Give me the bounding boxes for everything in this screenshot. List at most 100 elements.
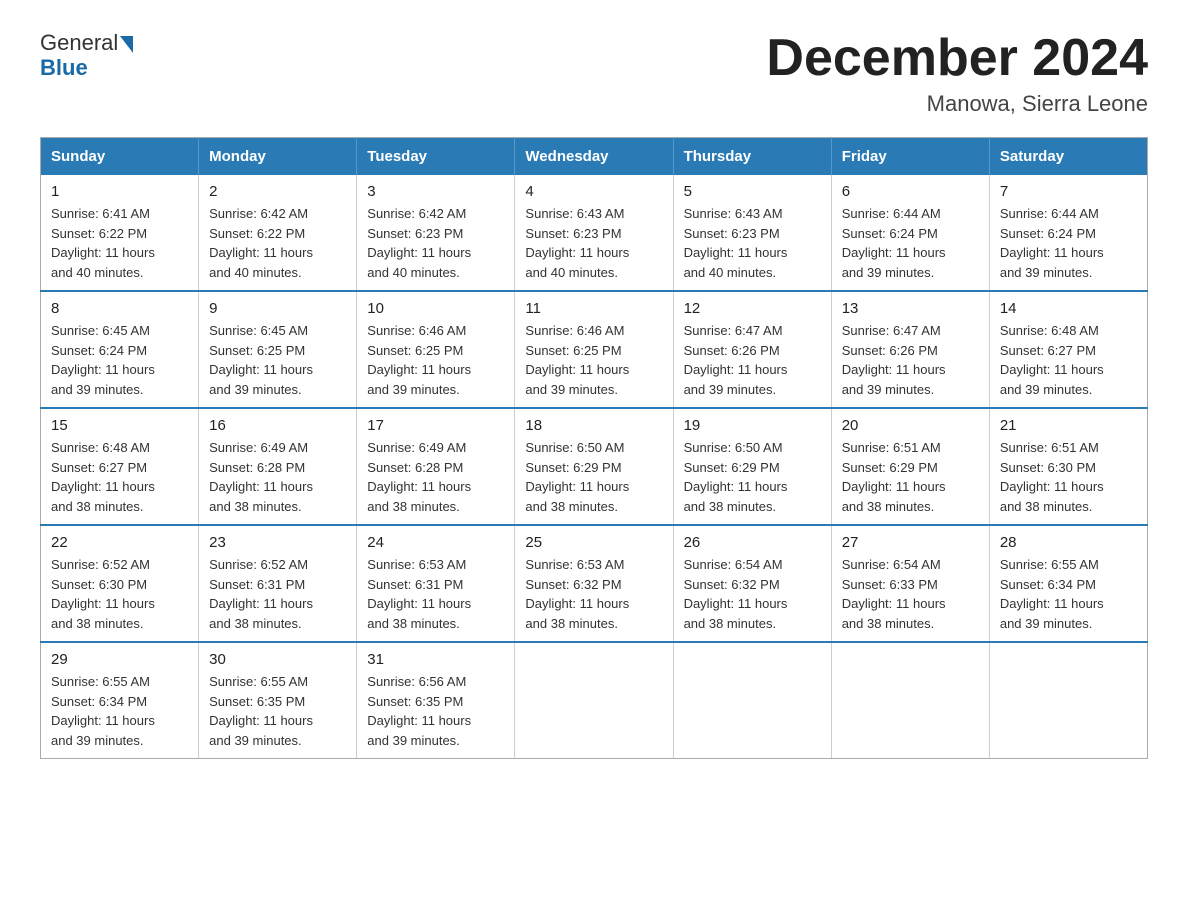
day-info: Sunrise: 6:46 AM Sunset: 6:25 PM Dayligh… [525, 321, 662, 399]
calendar-week-row: 1 Sunrise: 6:41 AM Sunset: 6:22 PM Dayli… [41, 175, 1148, 291]
day-info: Sunrise: 6:43 AM Sunset: 6:23 PM Dayligh… [525, 204, 662, 282]
day-info: Sunrise: 6:45 AM Sunset: 6:24 PM Dayligh… [51, 321, 188, 399]
calendar-cell: 7 Sunrise: 6:44 AM Sunset: 6:24 PM Dayli… [989, 175, 1147, 291]
calendar-cell: 10 Sunrise: 6:46 AM Sunset: 6:25 PM Dayl… [357, 291, 515, 408]
calendar-cell: 11 Sunrise: 6:46 AM Sunset: 6:25 PM Dayl… [515, 291, 673, 408]
calendar-table: SundayMondayTuesdayWednesdayThursdayFrid… [40, 137, 1148, 759]
day-info: Sunrise: 6:44 AM Sunset: 6:24 PM Dayligh… [1000, 204, 1137, 282]
header-day-saturday: Saturday [989, 138, 1147, 176]
calendar-cell: 19 Sunrise: 6:50 AM Sunset: 6:29 PM Dayl… [673, 408, 831, 525]
day-number: 11 [525, 300, 662, 317]
calendar-cell: 16 Sunrise: 6:49 AM Sunset: 6:28 PM Dayl… [199, 408, 357, 525]
day-info: Sunrise: 6:48 AM Sunset: 6:27 PM Dayligh… [51, 438, 188, 516]
day-number: 4 [525, 183, 662, 200]
day-number: 28 [1000, 534, 1137, 551]
calendar-week-row: 29 Sunrise: 6:55 AM Sunset: 6:34 PM Dayl… [41, 642, 1148, 759]
page-subtitle: Manowa, Sierra Leone [766, 91, 1148, 117]
calendar-week-row: 15 Sunrise: 6:48 AM Sunset: 6:27 PM Dayl… [41, 408, 1148, 525]
day-number: 21 [1000, 417, 1137, 434]
day-info: Sunrise: 6:42 AM Sunset: 6:23 PM Dayligh… [367, 204, 504, 282]
day-number: 10 [367, 300, 504, 317]
calendar-week-row: 8 Sunrise: 6:45 AM Sunset: 6:24 PM Dayli… [41, 291, 1148, 408]
day-info: Sunrise: 6:44 AM Sunset: 6:24 PM Dayligh… [842, 204, 979, 282]
calendar-cell: 30 Sunrise: 6:55 AM Sunset: 6:35 PM Dayl… [199, 642, 357, 759]
day-info: Sunrise: 6:48 AM Sunset: 6:27 PM Dayligh… [1000, 321, 1137, 399]
calendar-cell: 17 Sunrise: 6:49 AM Sunset: 6:28 PM Dayl… [357, 408, 515, 525]
day-info: Sunrise: 6:53 AM Sunset: 6:31 PM Dayligh… [367, 555, 504, 633]
calendar-cell: 18 Sunrise: 6:50 AM Sunset: 6:29 PM Dayl… [515, 408, 673, 525]
day-info: Sunrise: 6:55 AM Sunset: 6:34 PM Dayligh… [51, 672, 188, 750]
logo-triangle-icon [120, 36, 133, 53]
day-number: 25 [525, 534, 662, 551]
page-header: General Blue December 2024 Manowa, Sierr… [40, 30, 1148, 117]
day-info: Sunrise: 6:47 AM Sunset: 6:26 PM Dayligh… [684, 321, 821, 399]
day-info: Sunrise: 6:55 AM Sunset: 6:35 PM Dayligh… [209, 672, 346, 750]
day-info: Sunrise: 6:54 AM Sunset: 6:32 PM Dayligh… [684, 555, 821, 633]
title-area: December 2024 Manowa, Sierra Leone [766, 30, 1148, 117]
day-info: Sunrise: 6:56 AM Sunset: 6:35 PM Dayligh… [367, 672, 504, 750]
day-info: Sunrise: 6:49 AM Sunset: 6:28 PM Dayligh… [367, 438, 504, 516]
calendar-cell: 20 Sunrise: 6:51 AM Sunset: 6:29 PM Dayl… [831, 408, 989, 525]
day-info: Sunrise: 6:49 AM Sunset: 6:28 PM Dayligh… [209, 438, 346, 516]
calendar-cell: 31 Sunrise: 6:56 AM Sunset: 6:35 PM Dayl… [357, 642, 515, 759]
day-number: 22 [51, 534, 188, 551]
calendar-cell: 15 Sunrise: 6:48 AM Sunset: 6:27 PM Dayl… [41, 408, 199, 525]
calendar-cell: 9 Sunrise: 6:45 AM Sunset: 6:25 PM Dayli… [199, 291, 357, 408]
day-info: Sunrise: 6:41 AM Sunset: 6:22 PM Dayligh… [51, 204, 188, 282]
day-info: Sunrise: 6:50 AM Sunset: 6:29 PM Dayligh… [525, 438, 662, 516]
calendar-cell: 27 Sunrise: 6:54 AM Sunset: 6:33 PM Dayl… [831, 525, 989, 642]
day-info: Sunrise: 6:53 AM Sunset: 6:32 PM Dayligh… [525, 555, 662, 633]
day-number: 2 [209, 183, 346, 200]
calendar-cell: 28 Sunrise: 6:55 AM Sunset: 6:34 PM Dayl… [989, 525, 1147, 642]
day-info: Sunrise: 6:52 AM Sunset: 6:31 PM Dayligh… [209, 555, 346, 633]
header-day-monday: Monday [199, 138, 357, 176]
day-number: 29 [51, 651, 188, 668]
calendar-cell: 21 Sunrise: 6:51 AM Sunset: 6:30 PM Dayl… [989, 408, 1147, 525]
day-number: 7 [1000, 183, 1137, 200]
day-number: 15 [51, 417, 188, 434]
day-number: 27 [842, 534, 979, 551]
header-day-tuesday: Tuesday [357, 138, 515, 176]
day-number: 23 [209, 534, 346, 551]
header-day-sunday: Sunday [41, 138, 199, 176]
calendar-cell [515, 642, 673, 759]
header-day-thursday: Thursday [673, 138, 831, 176]
day-info: Sunrise: 6:46 AM Sunset: 6:25 PM Dayligh… [367, 321, 504, 399]
day-number: 3 [367, 183, 504, 200]
page-title: December 2024 [766, 30, 1148, 87]
day-info: Sunrise: 6:50 AM Sunset: 6:29 PM Dayligh… [684, 438, 821, 516]
day-info: Sunrise: 6:55 AM Sunset: 6:34 PM Dayligh… [1000, 555, 1137, 633]
day-number: 1 [51, 183, 188, 200]
header-day-wednesday: Wednesday [515, 138, 673, 176]
calendar-cell: 29 Sunrise: 6:55 AM Sunset: 6:34 PM Dayl… [41, 642, 199, 759]
day-number: 19 [684, 417, 821, 434]
calendar-cell: 13 Sunrise: 6:47 AM Sunset: 6:26 PM Dayl… [831, 291, 989, 408]
calendar-cell [673, 642, 831, 759]
day-number: 18 [525, 417, 662, 434]
day-number: 16 [209, 417, 346, 434]
day-number: 13 [842, 300, 979, 317]
day-info: Sunrise: 6:52 AM Sunset: 6:30 PM Dayligh… [51, 555, 188, 633]
calendar-cell: 8 Sunrise: 6:45 AM Sunset: 6:24 PM Dayli… [41, 291, 199, 408]
day-info: Sunrise: 6:45 AM Sunset: 6:25 PM Dayligh… [209, 321, 346, 399]
day-number: 14 [1000, 300, 1137, 317]
day-number: 24 [367, 534, 504, 551]
calendar-cell: 14 Sunrise: 6:48 AM Sunset: 6:27 PM Dayl… [989, 291, 1147, 408]
day-number: 31 [367, 651, 504, 668]
day-info: Sunrise: 6:54 AM Sunset: 6:33 PM Dayligh… [842, 555, 979, 633]
calendar-cell: 1 Sunrise: 6:41 AM Sunset: 6:22 PM Dayli… [41, 175, 199, 291]
day-number: 12 [684, 300, 821, 317]
calendar-header: SundayMondayTuesdayWednesdayThursdayFrid… [41, 138, 1148, 176]
day-number: 9 [209, 300, 346, 317]
logo: General Blue [40, 30, 133, 81]
day-info: Sunrise: 6:42 AM Sunset: 6:22 PM Dayligh… [209, 204, 346, 282]
calendar-cell: 23 Sunrise: 6:52 AM Sunset: 6:31 PM Dayl… [199, 525, 357, 642]
calendar-cell: 22 Sunrise: 6:52 AM Sunset: 6:30 PM Dayl… [41, 525, 199, 642]
calendar-cell: 3 Sunrise: 6:42 AM Sunset: 6:23 PM Dayli… [357, 175, 515, 291]
day-info: Sunrise: 6:51 AM Sunset: 6:29 PM Dayligh… [842, 438, 979, 516]
day-number: 26 [684, 534, 821, 551]
logo-blue-text: Blue [40, 55, 133, 80]
day-info: Sunrise: 6:51 AM Sunset: 6:30 PM Dayligh… [1000, 438, 1137, 516]
header-day-friday: Friday [831, 138, 989, 176]
day-number: 6 [842, 183, 979, 200]
